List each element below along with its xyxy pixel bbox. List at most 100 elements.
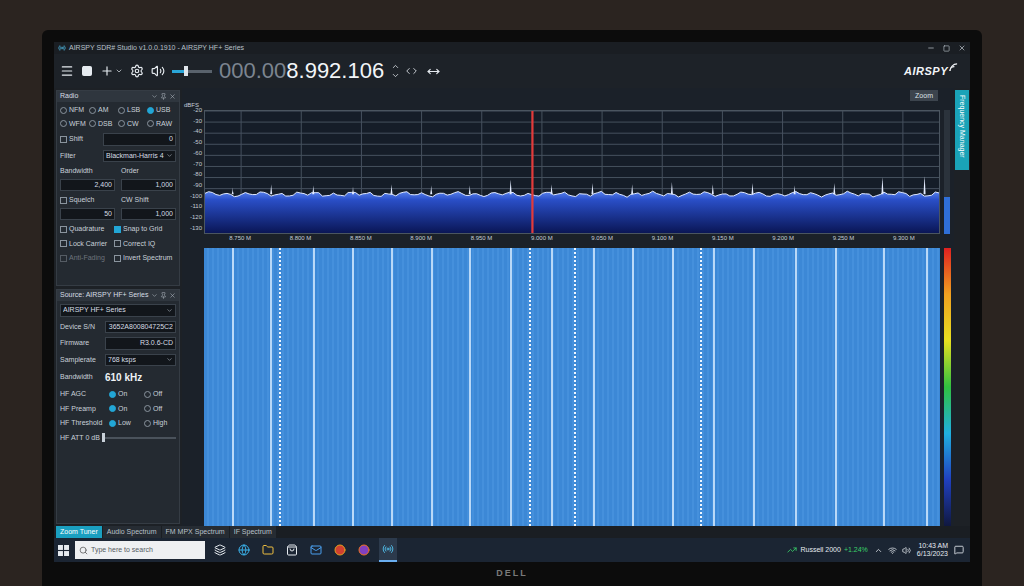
mode-option[interactable]: DSB: [89, 119, 118, 130]
network-icon[interactable]: [888, 546, 897, 555]
taskbar-app[interactable]: [211, 538, 229, 562]
attenuator-thumb[interactable]: [102, 433, 105, 442]
order-field[interactable]: 1,000: [121, 179, 176, 192]
mode-radio[interactable]: [60, 120, 67, 127]
frequency-display[interactable]: 000.008.992.106: [219, 60, 384, 82]
maximize-icon[interactable]: [943, 45, 950, 52]
span-icon[interactable]: [427, 65, 440, 78]
shift-checkbox[interactable]: [60, 136, 67, 143]
option-checkbox[interactable]: [114, 255, 121, 262]
taskbar-app[interactable]: [355, 538, 373, 562]
menu-icon[interactable]: [60, 64, 74, 78]
bandwidth-field[interactable]: 2,400: [60, 179, 115, 192]
taskbar-app[interactable]: [331, 538, 349, 562]
toggle-radio[interactable]: [144, 391, 151, 398]
option-checkbox[interactable]: [114, 226, 121, 233]
device-select[interactable]: AIRSPY HF+ Series: [60, 304, 176, 317]
toggle-option[interactable]: High: [144, 418, 176, 429]
mode-radio[interactable]: [118, 107, 125, 114]
filter-select[interactable]: Blackman-Harris 4: [103, 150, 176, 163]
tuned-frequency-line[interactable]: [531, 111, 533, 233]
toggle-option[interactable]: Low: [109, 418, 141, 429]
option-checkbox-row[interactable]: Correct IQ: [114, 239, 176, 250]
spectrum-level-bar[interactable]: [944, 110, 950, 234]
mode-radio[interactable]: [147, 120, 154, 127]
option-checkbox-row[interactable]: Lock Carrier: [60, 239, 114, 250]
speaker-icon[interactable]: [902, 546, 911, 555]
toggle-option[interactable]: Off: [144, 389, 176, 400]
bottom-tab[interactable]: FM MPX Spectrum: [162, 526, 229, 538]
option-checkbox-row[interactable]: Quadrature: [60, 224, 114, 235]
bottom-tab[interactable]: Audio Spectrum: [103, 526, 161, 538]
toggle-radio[interactable]: [144, 405, 151, 412]
stop-icon[interactable]: [81, 65, 93, 77]
mode-option[interactable]: CW: [118, 119, 147, 130]
close-icon[interactable]: [169, 292, 176, 299]
collapse-icon[interactable]: [151, 93, 158, 100]
mode-option[interactable]: LSB: [118, 105, 147, 116]
taskbar-app[interactable]: [259, 538, 277, 562]
mode-radio[interactable]: [60, 107, 67, 114]
volume-slider[interactable]: [172, 66, 212, 76]
pin-icon[interactable]: [160, 292, 167, 299]
mode-option[interactable]: USB: [147, 105, 176, 116]
toggle-option[interactable]: On: [109, 404, 141, 415]
toggle-radio[interactable]: [144, 420, 151, 427]
attenuator-slider[interactable]: [103, 433, 176, 442]
toggle-radio[interactable]: [109, 420, 116, 427]
mode-option[interactable]: WFM: [60, 119, 89, 130]
squelch-field[interactable]: 50: [60, 208, 115, 221]
waterfall[interactable]: [204, 248, 940, 526]
cw-shift-field[interactable]: 1,000: [121, 208, 176, 221]
mode-radio[interactable]: [89, 107, 96, 114]
search-box[interactable]: Type here to search: [75, 541, 205, 559]
zoom-button[interactable]: Zoom: [910, 90, 938, 101]
shift-field[interactable]: 0: [103, 133, 176, 146]
waterfall-color-scale[interactable]: [944, 248, 951, 526]
mode-radio[interactable]: [118, 120, 125, 127]
frequency-manager-tab[interactable]: Frequency Manager: [954, 88, 970, 526]
taskbar-app[interactable]: [283, 538, 301, 562]
taskbar-app[interactable]: [379, 538, 397, 562]
toggle-option[interactable]: On: [109, 389, 141, 400]
mode-option[interactable]: AM: [89, 105, 118, 116]
step-up-icon[interactable]: [391, 62, 400, 71]
volume-icon[interactable]: [151, 64, 165, 78]
taskbar-app[interactable]: [235, 538, 253, 562]
option-checkbox[interactable]: [114, 240, 121, 247]
close-icon[interactable]: [169, 93, 176, 100]
windows-start-icon[interactable]: [58, 545, 69, 556]
bottom-tab[interactable]: Zoom Tuner: [56, 526, 102, 538]
option-checkbox[interactable]: [60, 255, 67, 262]
source-field[interactable]: 3652A800804725C2: [105, 321, 176, 334]
step-right-icon[interactable]: [410, 66, 420, 76]
taskbar-app[interactable]: [307, 538, 325, 562]
toggle-radio[interactable]: [109, 391, 116, 398]
source-field[interactable]: R3.0.6-CD: [105, 337, 176, 350]
toggle-radio[interactable]: [109, 405, 116, 412]
mode-radio[interactable]: [147, 107, 154, 114]
squelch-option[interactable]: Squelch: [60, 195, 115, 206]
step-left-icon[interactable]: [403, 66, 413, 76]
mode-radio[interactable]: [89, 120, 96, 127]
bottom-tab[interactable]: IF Spectrum: [230, 526, 276, 538]
collapse-icon[interactable]: [151, 292, 158, 299]
close-window-icon[interactable]: [958, 44, 966, 52]
pin-icon[interactable]: [160, 93, 167, 100]
option-checkbox-row[interactable]: Snap to Grid: [114, 224, 176, 235]
squelch-checkbox[interactable]: [60, 197, 67, 204]
settings-icon[interactable]: [130, 64, 144, 78]
add-icon[interactable]: [100, 64, 114, 78]
source-field[interactable]: 768 ksps: [105, 354, 176, 367]
stock-widget[interactable]: Russell 2000+1.24%: [787, 545, 867, 556]
mode-option[interactable]: RAW: [147, 119, 176, 130]
spectrum-plot[interactable]: [205, 111, 939, 233]
option-checkbox-row[interactable]: Invert Spectrum: [114, 253, 176, 264]
option-checkbox[interactable]: [60, 226, 67, 233]
shift-option[interactable]: Shift: [60, 134, 100, 145]
notifications-icon[interactable]: [954, 545, 964, 555]
toggle-option[interactable]: Off: [144, 404, 176, 415]
minimize-icon[interactable]: [927, 44, 935, 52]
option-checkbox[interactable]: [60, 240, 67, 247]
clock[interactable]: 10:43 AM6/13/2023: [917, 542, 948, 559]
